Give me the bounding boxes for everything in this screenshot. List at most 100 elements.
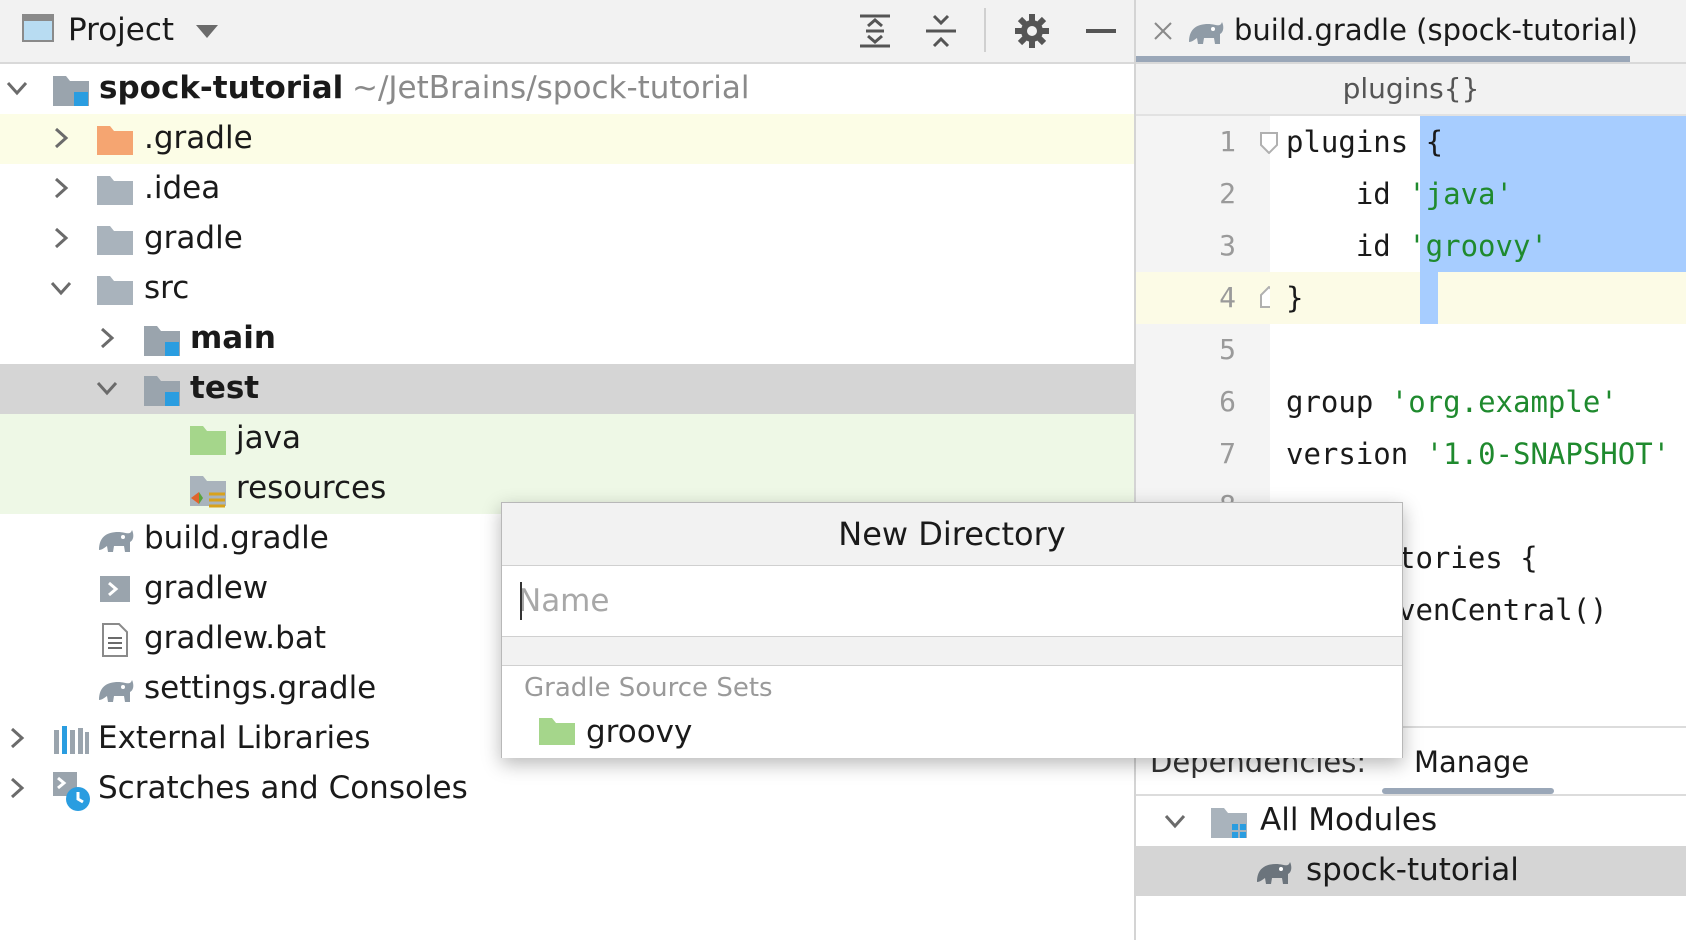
chevron-right-icon[interactable] (50, 177, 72, 199)
name-field-container (502, 566, 1402, 637)
tree-item-gradle[interactable]: gradle (0, 214, 1134, 264)
dependencies-panel: Dependencies: Manage All Modules spock-t… (1136, 726, 1686, 940)
folder-icon (96, 272, 134, 306)
module-folder-icon (52, 72, 90, 106)
gradle-elephant-icon (96, 672, 134, 706)
line-number: 3 (1219, 229, 1236, 262)
text-caret (520, 582, 522, 620)
scratches-clock-icon (52, 772, 90, 811)
tree-item-idea[interactable]: .idea (0, 164, 1134, 214)
expand-all-icon[interactable] (856, 12, 894, 50)
code-line-3: id 'groovy' (1286, 229, 1548, 263)
chevron-right-icon[interactable] (50, 127, 72, 149)
test-resources-folder-icon (189, 472, 227, 508)
manage-tab[interactable]: Manage (1414, 742, 1529, 782)
deps-divider (1136, 794, 1686, 796)
editor-panel: build.gradle (spock-tutorial) plugins{} … (1136, 0, 1686, 940)
chevron-right-icon[interactable] (96, 327, 118, 349)
tree-item-label: External Libraries (98, 720, 371, 756)
line-number: 7 (1219, 437, 1236, 470)
code-line-1: plugins { (1286, 125, 1444, 159)
folder-icon (96, 172, 134, 206)
directory-name-input[interactable] (516, 576, 1380, 626)
project-panel: Project spock-tutorial ~/JetBrains/spock… (0, 0, 1136, 940)
tree-item-label: gradle (144, 220, 243, 256)
close-icon[interactable] (1152, 20, 1174, 46)
modules-folder-icon (1210, 804, 1248, 844)
project-view-icon (22, 14, 54, 42)
line-number: 1 (1219, 125, 1236, 158)
editor-tab-title: build.gradle (spock-tutorial) (1234, 13, 1638, 47)
editor-tab[interactable]: build.gradle (spock-tutorial) (1136, 0, 1638, 62)
gradle-elephant-icon (1186, 14, 1226, 52)
suggestion-label: groovy (586, 714, 693, 750)
minimize-icon[interactable] (1082, 12, 1120, 50)
project-view-title[interactable]: Project (68, 10, 174, 50)
code-line-9: tories { (1398, 541, 1538, 575)
tree-item-src[interactable]: src (0, 264, 1134, 314)
popup-title: New Directory (502, 503, 1402, 566)
tree-item-label: spock-tutorial (99, 70, 344, 106)
new-directory-popup: New Directory Gradle Source Sets groovy (501, 502, 1403, 758)
code-line-4: } (1286, 281, 1304, 315)
gear-icon[interactable] (1013, 12, 1051, 50)
project-path: ~/JetBrains/spock-tutorial (352, 70, 750, 106)
chevron-right-icon[interactable] (6, 777, 28, 799)
shell-script-icon (98, 572, 136, 606)
gradle-elephant-icon (1254, 854, 1294, 892)
tree-item-label: gradlew.bat (144, 620, 326, 656)
test-source-folder-icon (189, 422, 227, 456)
tree-item-label: resources (236, 470, 387, 506)
tree-item-test[interactable]: test (0, 364, 1134, 414)
selection-highlight-end (1420, 272, 1438, 324)
tree-item-label: .gradle (144, 120, 253, 156)
tree-item-label: gradlew (144, 570, 269, 606)
tree-item-scratches[interactable]: Scratches and Consoles (0, 764, 1134, 814)
code-line-2: id 'java' (1286, 177, 1513, 211)
source-folder-icon (538, 714, 576, 750)
tree-item-label: build.gradle (144, 520, 329, 556)
line-4-highlight (1270, 272, 1686, 324)
suggestion-item[interactable]: groovy (502, 710, 1402, 756)
line-number: 5 (1219, 333, 1236, 366)
tree-item-label: Scratches and Consoles (98, 770, 468, 806)
chevron-right-icon[interactable] (6, 727, 28, 749)
code-line-7: version '1.0-SNAPSHOT' (1286, 437, 1671, 471)
module-row-selected[interactable]: spock-tutorial (1136, 846, 1686, 896)
toolbar-divider (984, 8, 986, 52)
all-modules-label[interactable]: All Modules (1260, 800, 1437, 840)
chevron-down-icon[interactable] (50, 277, 72, 299)
tree-item-label: main (190, 320, 276, 356)
tree-item-label: settings.gradle (144, 670, 377, 706)
editor-breadcrumb-bar: plugins{} (1136, 64, 1686, 116)
editor-tab-bar: build.gradle (spock-tutorial) (1136, 0, 1686, 64)
chevron-right-icon[interactable] (50, 227, 72, 249)
chevron-down-icon[interactable] (96, 377, 118, 399)
tree-root-spock-tutorial[interactable]: spock-tutorial ~/JetBrains/spock-tutoria… (0, 64, 1134, 114)
tree-item-label: java (236, 420, 301, 456)
active-tab-indicator (1136, 56, 1630, 62)
module-folder-icon (143, 372, 181, 406)
text-file-icon (100, 622, 138, 657)
code-line-10: venCentral() (1398, 593, 1608, 627)
code-line-6: group 'org.example' (1286, 385, 1618, 419)
project-panel-header: Project (0, 0, 1134, 64)
tree-item-label: .idea (144, 170, 221, 206)
line-number: 2 (1219, 177, 1236, 210)
excluded-folder-icon (96, 122, 134, 156)
collapse-all-icon[interactable] (922, 12, 960, 50)
chevron-down-icon[interactable] (1164, 810, 1186, 836)
tree-item-main[interactable]: main (0, 314, 1134, 364)
chevron-down-icon[interactable] (196, 24, 218, 43)
module-folder-icon (143, 322, 181, 356)
library-icon (52, 722, 90, 756)
folder-icon (96, 222, 134, 256)
module-label: spock-tutorial (1306, 852, 1519, 888)
tree-item-gradle-hidden[interactable]: .gradle (0, 114, 1134, 164)
tree-item-label: src (144, 270, 190, 306)
chevron-down-icon[interactable] (6, 77, 28, 99)
tree-item-java[interactable]: java (0, 414, 1134, 464)
gradle-elephant-icon (96, 522, 134, 556)
suggestion-list: Gradle Source Sets groovy (502, 665, 1402, 758)
breadcrumb[interactable]: plugins{} (1343, 72, 1480, 105)
